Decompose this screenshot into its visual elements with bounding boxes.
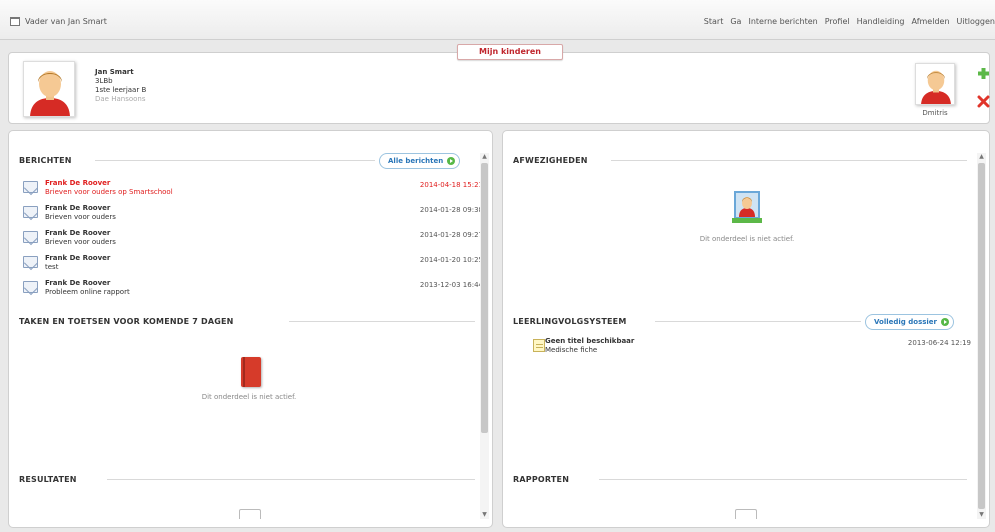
- person-icon: [24, 62, 74, 116]
- portrait-icon: [732, 191, 762, 223]
- top-bar: Vader van Jan Smart Start Ga Interne ber…: [0, 0, 995, 40]
- taken-inactive-text: Dit onderdeel is niet actief.: [201, 393, 297, 401]
- message-from: Frank De Roover: [45, 279, 111, 287]
- message-row[interactable]: Frank De Roover test 2014-01-20 10:25: [23, 254, 483, 276]
- lvs-item-sub: Medische fiche: [545, 346, 598, 354]
- divider: [655, 321, 861, 322]
- nav-handleiding[interactable]: Handleiding: [857, 17, 905, 26]
- berichten-heading: BERICHTEN: [19, 155, 72, 165]
- resultaten-heading: RESULTATEN: [19, 474, 77, 484]
- envelope-icon: [23, 231, 38, 243]
- scroll-thumb[interactable]: [481, 163, 488, 433]
- divider: [599, 479, 967, 480]
- message-from: Frank De Roover: [45, 254, 111, 262]
- scroll-down-icon[interactable]: ▼: [481, 511, 488, 519]
- full-dossier-button[interactable]: Volledig dossier: [865, 314, 954, 330]
- scroll-up-icon[interactable]: ▲: [978, 153, 985, 161]
- arrow-right-icon: [447, 157, 456, 165]
- message-row[interactable]: Frank De Roover Brieven voor ouders 2014…: [23, 229, 483, 251]
- child-year: 1ste leerjaar B: [95, 86, 147, 94]
- divider: [95, 160, 375, 161]
- document-icon: [239, 509, 261, 519]
- envelope-icon: [23, 181, 38, 193]
- envelope-icon: [23, 281, 38, 293]
- envelope-icon: [23, 256, 38, 268]
- nav-start[interactable]: Start: [704, 17, 724, 26]
- person-icon: [916, 64, 954, 104]
- sibling-name[interactable]: Dmitris: [915, 109, 955, 117]
- message-from: Frank De Roover: [45, 179, 111, 187]
- my-children-tab[interactable]: Mijn kinderen: [457, 44, 563, 60]
- scroll-down-icon[interactable]: ▼: [978, 511, 985, 519]
- afwezigheden-heading: AFWEZIGHEDEN: [513, 155, 588, 165]
- message-subject: Brieven voor ouders: [45, 213, 116, 221]
- rapporten-heading: RAPPORTEN: [513, 474, 570, 484]
- child-info: Jan Smart 3LBb 1ste leerjaar B Dae Hanso…: [95, 68, 146, 104]
- child-avatar[interactable]: [23, 61, 75, 117]
- portrait-base: [732, 218, 762, 223]
- message-date: 2014-01-28 09:27: [419, 231, 483, 239]
- all-messages-label: Alle berichten: [388, 157, 444, 165]
- message-subject: Probleem online rapport: [45, 288, 130, 296]
- message-date: 2014-01-20 10:25: [419, 256, 483, 264]
- nav-profiel[interactable]: Profiel: [825, 17, 850, 26]
- delete-icon[interactable]: [977, 95, 990, 108]
- window-icon: [10, 17, 20, 26]
- divider: [289, 321, 475, 322]
- child-panel: Jan Smart 3LBb 1ste leerjaar B Dae Hanso…: [8, 52, 990, 124]
- right-scrollbar[interactable]: ▲ ▼: [977, 153, 986, 519]
- add-icon[interactable]: [977, 67, 990, 80]
- sibling-avatar[interactable]: [915, 63, 955, 105]
- message-row[interactable]: Frank De Roover Brieven voor ouders 2014…: [23, 204, 483, 226]
- nav-uitloggen[interactable]: Uitloggen: [957, 17, 995, 26]
- message-row[interactable]: Frank De Roover Brieven voor ouders op S…: [23, 179, 483, 201]
- nav-afmelden[interactable]: Afmelden: [912, 17, 950, 26]
- arrow-right-icon: [941, 318, 949, 326]
- child-name: Jan Smart: [95, 68, 134, 76]
- top-navigation: Start Ga Interne berichten Profiel Handl…: [704, 17, 995, 26]
- all-messages-button[interactable]: Alle berichten: [379, 153, 461, 169]
- divider: [611, 160, 967, 161]
- person-icon: [736, 193, 758, 217]
- lvs-item-title: Geen titel beschikbaar: [545, 337, 635, 345]
- message-row[interactable]: Frank De Roover Probleem online rapport …: [23, 279, 483, 301]
- right-panel: AFWEZIGHEDEN Dit onderdeel is niet actie…: [502, 130, 990, 528]
- nav-ga[interactable]: Ga: [730, 17, 741, 26]
- book-icon: [241, 357, 261, 387]
- child-class: 3LBb: [95, 77, 113, 85]
- lvs-heading: LEERLINGVOLGSYSTEEM: [513, 316, 627, 326]
- document-icon: [735, 509, 757, 519]
- full-dossier-label: Volledig dossier: [874, 318, 937, 326]
- afwezigheden-inactive-text: Dit onderdeel is niet actief.: [699, 235, 795, 243]
- message-subject: Brieven voor ouders op Smartschool: [45, 188, 173, 196]
- message-date: 2014-04-18 15:21: [419, 181, 483, 189]
- envelope-icon: [23, 206, 38, 218]
- message-date: 2013-12-03 16:44: [419, 281, 483, 289]
- message-date: 2014-01-28 09:38: [419, 206, 483, 214]
- scroll-up-icon[interactable]: ▲: [481, 153, 488, 161]
- scroll-thumb[interactable]: [978, 163, 985, 509]
- divider: [107, 479, 475, 480]
- left-panel: BERICHTEN Alle berichten Frank De Roover…: [8, 130, 493, 528]
- message-from: Frank De Roover: [45, 229, 111, 237]
- window-title: Vader van Jan Smart: [10, 17, 107, 26]
- lvs-item-date: 2013-06-24 12:19: [907, 339, 971, 347]
- message-subject: test: [45, 263, 59, 271]
- lvs-row[interactable]: Geen titel beschikbaar Medische fiche 20…: [531, 337, 971, 359]
- nav-interne-berichten[interactable]: Interne berichten: [748, 17, 817, 26]
- left-scrollbar[interactable]: ▲ ▼: [480, 153, 489, 519]
- message-from: Frank De Roover: [45, 204, 111, 212]
- message-subject: Brieven voor ouders: [45, 238, 116, 246]
- child-teacher: Dae Hansoons: [95, 95, 146, 103]
- taken-heading: TAKEN EN TOETSEN VOOR KOMENDE 7 DAGEN: [19, 316, 234, 326]
- window-title-text: Vader van Jan Smart: [25, 17, 107, 26]
